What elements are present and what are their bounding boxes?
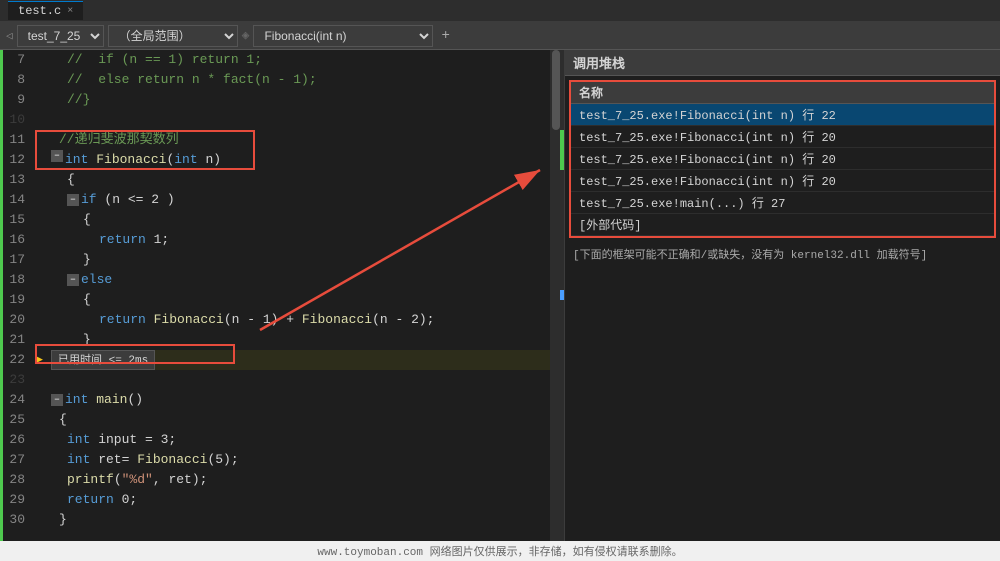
call-stack-warning: [下面的框架可能不正确和/或缺失，没有为 kernel32.dll 加载符号]: [565, 242, 1000, 266]
call-stack-row-4[interactable]: test_7_25.exe!main(...) 行 27: [571, 192, 994, 214]
file-tab[interactable]: test.c ×: [8, 1, 83, 20]
title-bar: test.c ×: [0, 0, 1000, 22]
call-stack-row-2[interactable]: test_7_25.exe!Fibonacci(int n) 行 20: [571, 148, 994, 170]
watermark-text: www.toymoban.com 网络图片仅供展示，非存储，如有侵权请联系删除。: [317, 543, 682, 559]
call-stack-table: 名称 test_7_25.exe!Fibonacci(int n) 行 22 t…: [571, 82, 994, 236]
code-line-10: [51, 110, 550, 130]
file-tab-label: test.c: [18, 4, 61, 18]
code-line-14: −if (n <= 2 ): [51, 190, 550, 210]
code-line-22: 已用时间 <= 2ms: [51, 350, 550, 370]
arrow-column: ▶: [31, 50, 47, 541]
panel-header: 调用堆栈: [565, 50, 1000, 76]
code-line-21: }: [51, 330, 550, 350]
scrollbar-thumb[interactable]: [552, 50, 560, 130]
file-selector[interactable]: test_7_25: [17, 25, 104, 47]
code-text: // if (n == 1) return 1; // else return …: [47, 50, 550, 541]
code-line-18: −else: [51, 270, 550, 290]
code-line-20: return Fibonacci(n - 1) + Fibonacci(n - …: [51, 310, 550, 330]
line-numbers: 7 8 9 10 11 12 13 14 15 16 17 18 19 20: [3, 50, 31, 541]
code-line-29: return 0;: [51, 490, 550, 510]
code-line-25: {: [51, 410, 550, 430]
code-line-23: [51, 370, 550, 390]
call-stack-row-0[interactable]: test_7_25.exe!Fibonacci(int n) 行 22: [571, 104, 994, 126]
code-line-27: int ret= Fibonacci(5);: [51, 450, 550, 470]
panel-title: 调用堆栈: [573, 53, 625, 72]
code-line-9: //}: [51, 90, 550, 110]
toolbar: ◁ test_7_25 （全局范围） ◈ Fibonacci(int n) +: [0, 22, 1000, 50]
blue-scroll-marker: [560, 290, 564, 300]
call-stack-entry-3: test_7_25.exe!Fibonacci(int n) 行 20: [571, 170, 994, 192]
code-line-30: }: [51, 510, 550, 530]
toolbar-divider: ◈: [242, 28, 250, 43]
code-editor[interactable]: 7 8 9 10 11 12 13 14 15 16 17 18 19 20: [3, 50, 565, 541]
call-stack-row-5[interactable]: [外部代码]: [571, 214, 994, 236]
call-stack-row-3[interactable]: test_7_25.exe!Fibonacci(int n) 行 20: [571, 170, 994, 192]
call-stack-panel: 调用堆栈 名称 test_7_25.exe!Fibonacci(int n) 行…: [565, 50, 1000, 541]
code-line-8: // else return n * fact(n - 1);: [51, 70, 550, 90]
code-line-28: printf("%d", ret);: [51, 470, 550, 490]
code-line-7: // if (n == 1) return 1;: [51, 50, 550, 70]
expand-icon[interactable]: +: [441, 28, 449, 44]
call-stack-column-header: 名称: [571, 82, 994, 104]
call-stack-entry-1: test_7_25.exe!Fibonacci(int n) 行 20: [571, 126, 994, 148]
function-selector[interactable]: Fibonacci(int n): [253, 25, 433, 47]
call-stack-row-1[interactable]: test_7_25.exe!Fibonacci(int n) 行 20: [571, 126, 994, 148]
code-line-15: {: [51, 210, 550, 230]
code-line-17: }: [51, 250, 550, 270]
toolbar-icon-arrow: ◁: [6, 29, 13, 43]
call-stack-entry-2: test_7_25.exe!Fibonacci(int n) 行 20: [571, 148, 994, 170]
code-line-16: return 1;: [51, 230, 550, 250]
code-line-26: int input = 3;: [51, 430, 550, 450]
code-line-13: {: [51, 170, 550, 190]
code-line-24: −int main(): [51, 390, 550, 410]
code-line-19: {: [51, 290, 550, 310]
scrollbar[interactable]: [550, 50, 564, 541]
close-tab-button[interactable]: ×: [67, 6, 73, 17]
call-stack-entry-0: test_7_25.exe!Fibonacci(int n) 行 22: [571, 104, 994, 126]
call-stack-container: 名称 test_7_25.exe!Fibonacci(int n) 行 22 t…: [569, 80, 996, 238]
call-stack-entry-4: test_7_25.exe!main(...) 行 27: [571, 192, 994, 214]
call-stack-entry-5: [外部代码]: [571, 214, 994, 236]
scope-selector[interactable]: （全局范围）: [108, 25, 238, 47]
green-scroll-marker-1: [560, 130, 564, 170]
code-line-11: //递归斐波那契数列: [51, 130, 550, 150]
code-line-12: −int Fibonacci(int n): [51, 150, 550, 170]
